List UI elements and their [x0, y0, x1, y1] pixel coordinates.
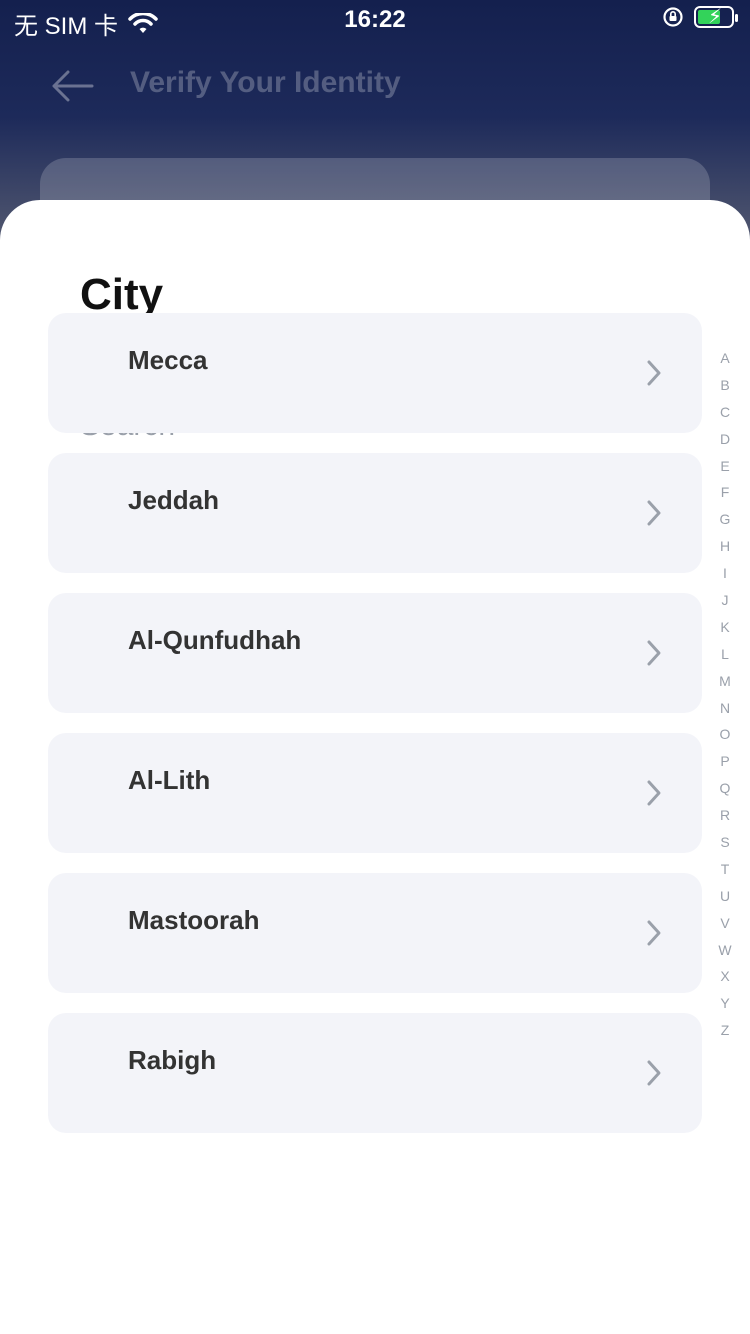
list-item[interactable]: Rabigh	[48, 1013, 702, 1133]
index-letter[interactable]: J	[722, 587, 729, 614]
index-letter[interactable]: D	[720, 426, 730, 453]
list-item[interactable]: Mastoorah	[48, 873, 702, 993]
index-letter[interactable]: L	[721, 641, 729, 668]
index-letter[interactable]: M	[719, 668, 731, 695]
index-letter[interactable]: O	[720, 721, 731, 748]
index-letter[interactable]: I	[723, 560, 727, 587]
orientation-lock-icon	[663, 7, 683, 27]
list-item-label: Al-Qunfudhah	[128, 625, 302, 655]
list-item-label: Mastoorah	[128, 905, 260, 935]
index-letter[interactable]: H	[720, 533, 730, 560]
index-letter[interactable]: U	[720, 883, 730, 910]
list-item[interactable]: Al-Lith	[48, 733, 702, 853]
status-bar: 无 SIM 卡 16:22 ⚡	[0, 0, 750, 44]
index-letter[interactable]: N	[720, 695, 730, 722]
index-letter[interactable]: X	[720, 963, 729, 990]
status-time: 16:22	[344, 6, 406, 33]
list-item[interactable]: Mecca	[48, 313, 702, 433]
index-letter[interactable]: T	[721, 856, 730, 883]
index-letter[interactable]: G	[720, 506, 731, 533]
list-item-label: Rabigh	[128, 1045, 217, 1075]
city-list: Mecca Jeddah Al-Qunfudhah Al-Lith Mastoo…	[48, 313, 702, 1153]
chevron-right-icon	[647, 500, 661, 526]
index-letter[interactable]: S	[720, 829, 729, 856]
index-letter[interactable]: P	[720, 748, 729, 775]
chevron-right-icon	[647, 640, 661, 666]
chevron-right-icon	[647, 1060, 661, 1086]
list-item[interactable]: Jeddah	[48, 453, 702, 573]
chevron-right-icon	[647, 920, 661, 946]
arrow-left-icon[interactable]	[48, 62, 96, 110]
list-item[interactable]: Al-Qunfudhah	[48, 593, 702, 713]
page-title: Verify Your Identity	[130, 66, 401, 99]
index-letter[interactable]: E	[720, 453, 729, 480]
status-right: ⚡	[662, 6, 738, 28]
index-letter[interactable]: A	[720, 345, 729, 372]
chevron-right-icon	[647, 360, 661, 386]
index-letter[interactable]: Y	[720, 990, 729, 1017]
index-letter[interactable]: R	[720, 802, 730, 829]
chevron-right-icon	[647, 780, 661, 806]
index-letter[interactable]: B	[720, 372, 729, 399]
index-letter[interactable]: F	[721, 479, 730, 506]
bolt-icon: ⚡	[708, 6, 723, 28]
index-letter[interactable]: Z	[721, 1017, 730, 1044]
index-letter[interactable]: W	[718, 937, 731, 964]
index-letter[interactable]: C	[720, 399, 730, 426]
nav-bar: Verify Your Identity	[0, 60, 750, 120]
list-item-label: Mecca	[128, 345, 208, 375]
index-letter[interactable]: V	[720, 910, 729, 937]
index-letter[interactable]: Q	[720, 775, 731, 802]
index-letter[interactable]: K	[720, 614, 729, 641]
list-item-label: Al-Lith	[128, 765, 211, 795]
battery-charging-icon: ⚡	[694, 6, 738, 28]
alphabet-index[interactable]: A B C D E F G H I J K L M N O P Q R S T …	[712, 345, 738, 1044]
list-item-label: Jeddah	[128, 485, 220, 515]
